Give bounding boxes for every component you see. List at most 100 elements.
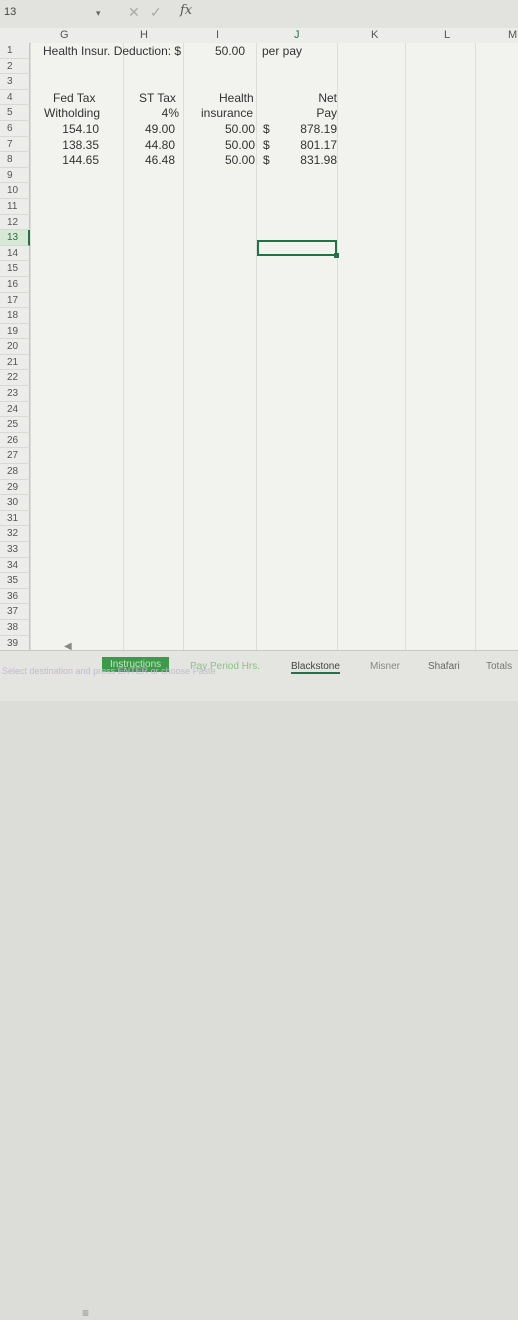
row-number[interactable]: 2 [0, 58, 30, 75]
row-number[interactable]: 27 [0, 448, 30, 465]
row-number[interactable]: 32 [0, 526, 30, 542]
name-box[interactable]: 13 [4, 6, 16, 18]
column-header-m[interactable]: M [508, 29, 517, 41]
column-header-l[interactable]: L [444, 29, 450, 41]
tab-misner[interactable]: Misner [370, 661, 400, 672]
row-number[interactable]: 3 [0, 74, 30, 90]
row-cells[interactable] [31, 308, 518, 325]
row-number[interactable]: 1 [0, 43, 30, 59]
sheet-row: 37 [0, 604, 518, 621]
row-number[interactable]: 38 [0, 619, 30, 636]
row-cells[interactable] [31, 292, 518, 310]
row-number[interactable]: 24 [0, 401, 30, 418]
row-number[interactable]: 25 [0, 417, 30, 433]
row-number[interactable]: 30 [0, 495, 30, 511]
sheet-row: 21 [0, 354, 518, 372]
row-cells[interactable] [31, 370, 518, 388]
column-header-j[interactable]: J [294, 29, 300, 41]
column-header-h[interactable]: H [140, 29, 148, 41]
column-header-g[interactable]: G [60, 29, 69, 41]
row-number[interactable]: 31 [0, 510, 30, 527]
row-cells[interactable]: Fed Tax ST Tax Health Net [31, 89, 518, 107]
fill-handle[interactable] [334, 253, 339, 258]
insert-function-button[interactable]: fx [180, 3, 192, 18]
row-cells[interactable] [31, 510, 518, 528]
row-cells[interactable] [31, 588, 518, 606]
row-cells[interactable] [31, 526, 518, 543]
sheet-row: 18 [0, 308, 518, 325]
tab-list-icon[interactable]: ≡ [82, 1306, 89, 1320]
row-cells[interactable] [31, 183, 518, 200]
row-number[interactable]: 21 [0, 354, 30, 371]
row-cells[interactable]: 144.65 46.48 50.00 $831.98 [31, 152, 518, 169]
row-cells[interactable] [31, 354, 518, 372]
row-number[interactable]: 23 [0, 386, 30, 402]
row-cells[interactable] [31, 74, 518, 91]
row-cells[interactable] [31, 557, 518, 575]
row-number[interactable]: 15 [0, 261, 30, 277]
row-number[interactable]: 10 [0, 183, 30, 199]
row-number[interactable]: 39 [0, 635, 30, 652]
tab-shafari[interactable]: Shafari [428, 661, 460, 672]
row-cells[interactable] [31, 323, 518, 341]
row-cells[interactable] [31, 167, 518, 185]
enter-icon[interactable]: ✓ [150, 4, 162, 21]
row-cells[interactable] [31, 573, 518, 590]
row-number[interactable]: 5 [0, 105, 30, 121]
row-cells[interactable] [31, 448, 518, 466]
tab-totals[interactable]: Totals [486, 661, 512, 672]
chevron-down-icon[interactable]: ▾ [96, 8, 101, 19]
column-header-k[interactable]: K [371, 29, 378, 41]
row-cells[interactable] [31, 417, 518, 434]
row-number[interactable]: 9 [0, 167, 30, 184]
header-net: Net [318, 90, 337, 105]
row-number[interactable]: 14 [0, 245, 30, 262]
row-cells[interactable] [31, 276, 518, 294]
row-number[interactable]: 29 [0, 479, 30, 496]
row-cells[interactable] [31, 495, 518, 512]
row-number[interactable]: 8 [0, 152, 30, 168]
selected-cell[interactable] [257, 240, 337, 256]
row-number[interactable]: 34 [0, 557, 30, 574]
row-cells[interactable] [31, 214, 518, 232]
row-number[interactable]: 20 [0, 339, 30, 355]
row-cells[interactable]: 138.35 44.80 50.00 $801.17 [31, 136, 518, 154]
row-cells[interactable] [31, 542, 518, 559]
row-cells[interactable]: 154.10 49.00 50.00 $878.19 [31, 120, 518, 138]
row-number[interactable]: 4 [0, 89, 30, 106]
row-number[interactable]: 17 [0, 292, 30, 309]
row-cells[interactable] [31, 198, 518, 216]
tab-blackstone[interactable]: Blackstone [291, 661, 340, 674]
row-cells[interactable] [31, 464, 518, 481]
row-cells[interactable] [31, 619, 518, 637]
row-number[interactable]: 22 [0, 370, 30, 387]
fed-tax-value: 154.10 [62, 121, 99, 136]
cancel-icon[interactable]: ✕ [128, 4, 140, 21]
row-number[interactable]: 26 [0, 432, 30, 449]
row-number[interactable]: 11 [0, 198, 30, 215]
row-cells[interactable] [31, 604, 518, 621]
row-number[interactable]: 18 [0, 308, 30, 324]
column-header-i[interactable]: I [216, 29, 219, 41]
row-number[interactable]: 19 [0, 323, 30, 340]
row-number[interactable]: 28 [0, 464, 30, 480]
row-cells[interactable]: Health Insur. Deduction: $ 50.00 per pay [31, 43, 518, 60]
row-number[interactable]: 33 [0, 542, 30, 558]
row-cells[interactable] [31, 432, 518, 450]
row-cells[interactable]: Witholding 4% insurance Pay [31, 105, 518, 122]
row-cells[interactable] [31, 401, 518, 419]
row-number[interactable]: 35 [0, 573, 30, 589]
row-number[interactable]: 37 [0, 604, 30, 620]
row-cells[interactable] [31, 479, 518, 497]
row-number[interactable]: 7 [0, 136, 30, 153]
row-number[interactable]: 36 [0, 588, 30, 605]
row-cells[interactable] [31, 58, 518, 76]
row-cells[interactable] [31, 386, 518, 403]
row-number[interactable]: 12 [0, 214, 30, 231]
row-number[interactable]: 16 [0, 276, 30, 293]
sheet-grid[interactable]: 1 Health Insur. Deduction: $ 50.00 per pay 2… [0, 43, 518, 668]
row-cells[interactable] [31, 339, 518, 356]
row-cells[interactable] [31, 261, 518, 278]
row-number[interactable]: 6 [0, 120, 30, 137]
row-number[interactable]: 13 [0, 230, 30, 246]
